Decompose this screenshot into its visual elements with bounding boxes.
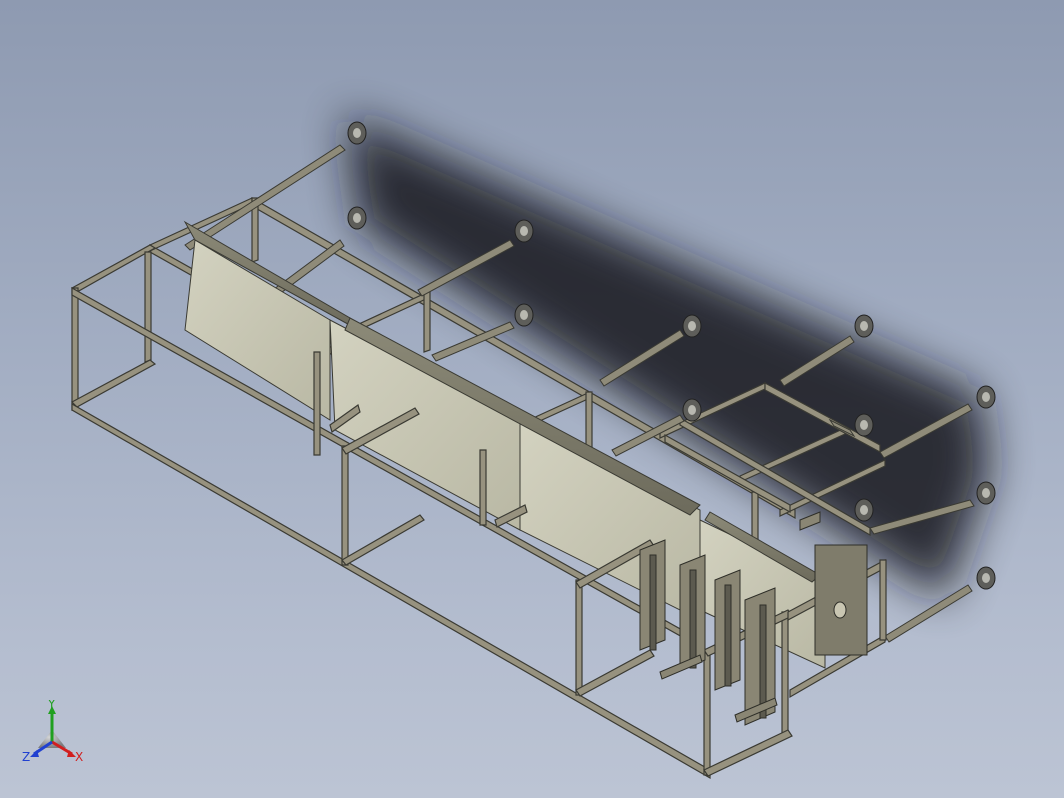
coordinate-triad: Y X Z [22,700,83,764]
leveling-foot [854,314,874,338]
leveling-foot [514,219,534,243]
assembly-model[interactable] [0,0,1064,798]
x-axis-label: X [75,750,83,764]
leveling-foot [347,121,367,145]
leveling-foot [347,206,367,230]
leveling-foot [854,413,874,437]
y-axis-label: Y [47,700,56,711]
leveling-foot [976,481,996,505]
leveling-foot [514,303,534,327]
cad-viewport[interactable]: Y X Z [0,0,1064,798]
leveling-foot [976,385,996,409]
leveling-foot [854,498,874,522]
z-axis-label: Z [22,750,30,764]
leveling-foot [976,566,996,590]
leveling-foot [682,314,702,338]
leveling-foot [682,398,702,422]
